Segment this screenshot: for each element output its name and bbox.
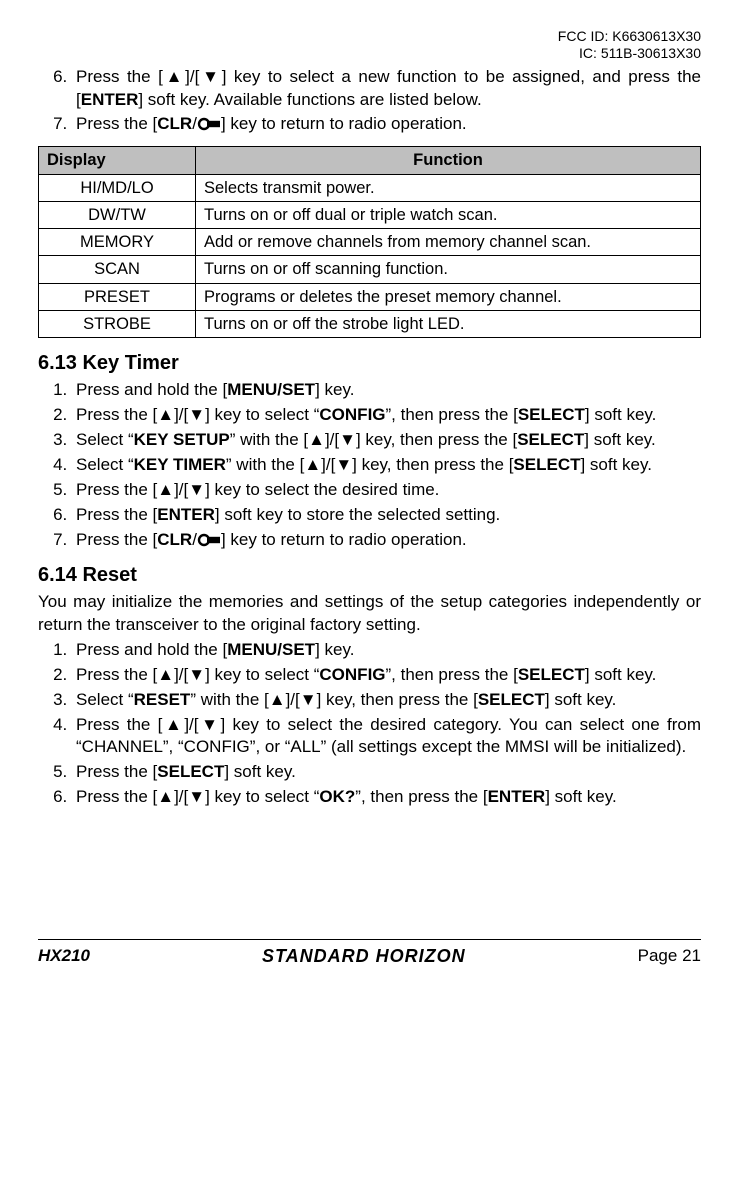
table-cell-display: DW/TW: [39, 201, 196, 228]
table-row: HI/MD/LOSelects transmit power.: [39, 174, 701, 201]
step-item: Press the [SELECT] soft key.: [72, 761, 701, 784]
section-614-steps: Press and hold the [MENU/SET] key.Press …: [38, 639, 701, 810]
table-row: STROBETurns on or off the strobe light L…: [39, 311, 701, 338]
table-cell-display: PRESET: [39, 283, 196, 310]
table-cell-function: Turns on or off the strobe light LED.: [196, 311, 701, 338]
footer-model: HX210: [38, 945, 90, 968]
footer-page: Page 21: [638, 945, 701, 968]
table-cell-display: SCAN: [39, 256, 196, 283]
top-steps-list: Press the [▲]/[▼] key to select a new fu…: [38, 66, 701, 137]
fcc-ic-line2: IC: 511B-30613X30: [38, 45, 701, 62]
table-cell-display: MEMORY: [39, 229, 196, 256]
step-item: Press the [CLR/] key to return to radio …: [72, 529, 701, 552]
page-footer: HX210 STANDARD HORIZON Page 21: [38, 939, 701, 968]
table-cell-display: HI/MD/LO: [39, 174, 196, 201]
table-cell-function: Selects transmit power.: [196, 174, 701, 201]
fcc-id-block: FCC ID: K6630613X30 IC: 511B-30613X30: [38, 28, 701, 62]
power-key-icon: [197, 117, 221, 131]
table-row: PRESETPrograms or deletes the preset mem…: [39, 283, 701, 310]
step-item: Press and hold the [MENU/SET] key.: [72, 379, 701, 402]
section-614-intro: You may initialize the memories and sett…: [38, 591, 701, 637]
fcc-id-line1: FCC ID: K6630613X30: [38, 28, 701, 45]
table-row: DW/TWTurns on or off dual or triple watc…: [39, 201, 701, 228]
power-key-icon: [197, 533, 221, 547]
table-cell-function: Add or remove channels from memory chann…: [196, 229, 701, 256]
section-614-heading: 6.14 Reset: [38, 562, 701, 589]
table-cell-function: Turns on or off scanning function.: [196, 256, 701, 283]
step-item: Press the [▲]/[▼] key to select “OK?”, t…: [72, 786, 701, 809]
function-table: Display Function HI/MD/LOSelects transmi…: [38, 146, 701, 338]
step-item: Press the [▲]/[▼] key to select “CONFIG”…: [72, 664, 701, 687]
step-item: Press the [ENTER] soft key to store the …: [72, 504, 701, 527]
step-item: Press the [▲]/[▼] key to select the desi…: [72, 479, 701, 502]
step-item: Press and hold the [MENU/SET] key.: [72, 639, 701, 662]
table-cell-display: STROBE: [39, 311, 196, 338]
footer-brand: STANDARD HORIZON: [262, 944, 466, 968]
section-613-steps: Press and hold the [MENU/SET] key.Press …: [38, 379, 701, 552]
table-head-display: Display: [39, 147, 196, 174]
table-row: SCANTurns on or off scanning function.: [39, 256, 701, 283]
step-item: Press the [▲]/[▼] key to select “CONFIG”…: [72, 404, 701, 427]
step-item: Press the [▲]/[▼] key to select a new fu…: [72, 66, 701, 112]
step-item: Select “KEY SETUP” with the [▲]/[▼] key,…: [72, 429, 701, 452]
table-head-function: Function: [196, 147, 701, 174]
step-item: Press the [▲]/[▼] key to select the desi…: [72, 714, 701, 760]
step-item: Press the [CLR/] key to return to radio …: [72, 113, 701, 136]
table-cell-function: Turns on or off dual or triple watch sca…: [196, 201, 701, 228]
table-cell-function: Programs or deletes the preset memory ch…: [196, 283, 701, 310]
step-item: Select “RESET” with the [▲]/[▼] key, the…: [72, 689, 701, 712]
section-613-heading: 6.13 Key Timer: [38, 350, 701, 377]
step-item: Select “KEY TIMER” with the [▲]/[▼] key,…: [72, 454, 701, 477]
table-row: MEMORYAdd or remove channels from memory…: [39, 229, 701, 256]
